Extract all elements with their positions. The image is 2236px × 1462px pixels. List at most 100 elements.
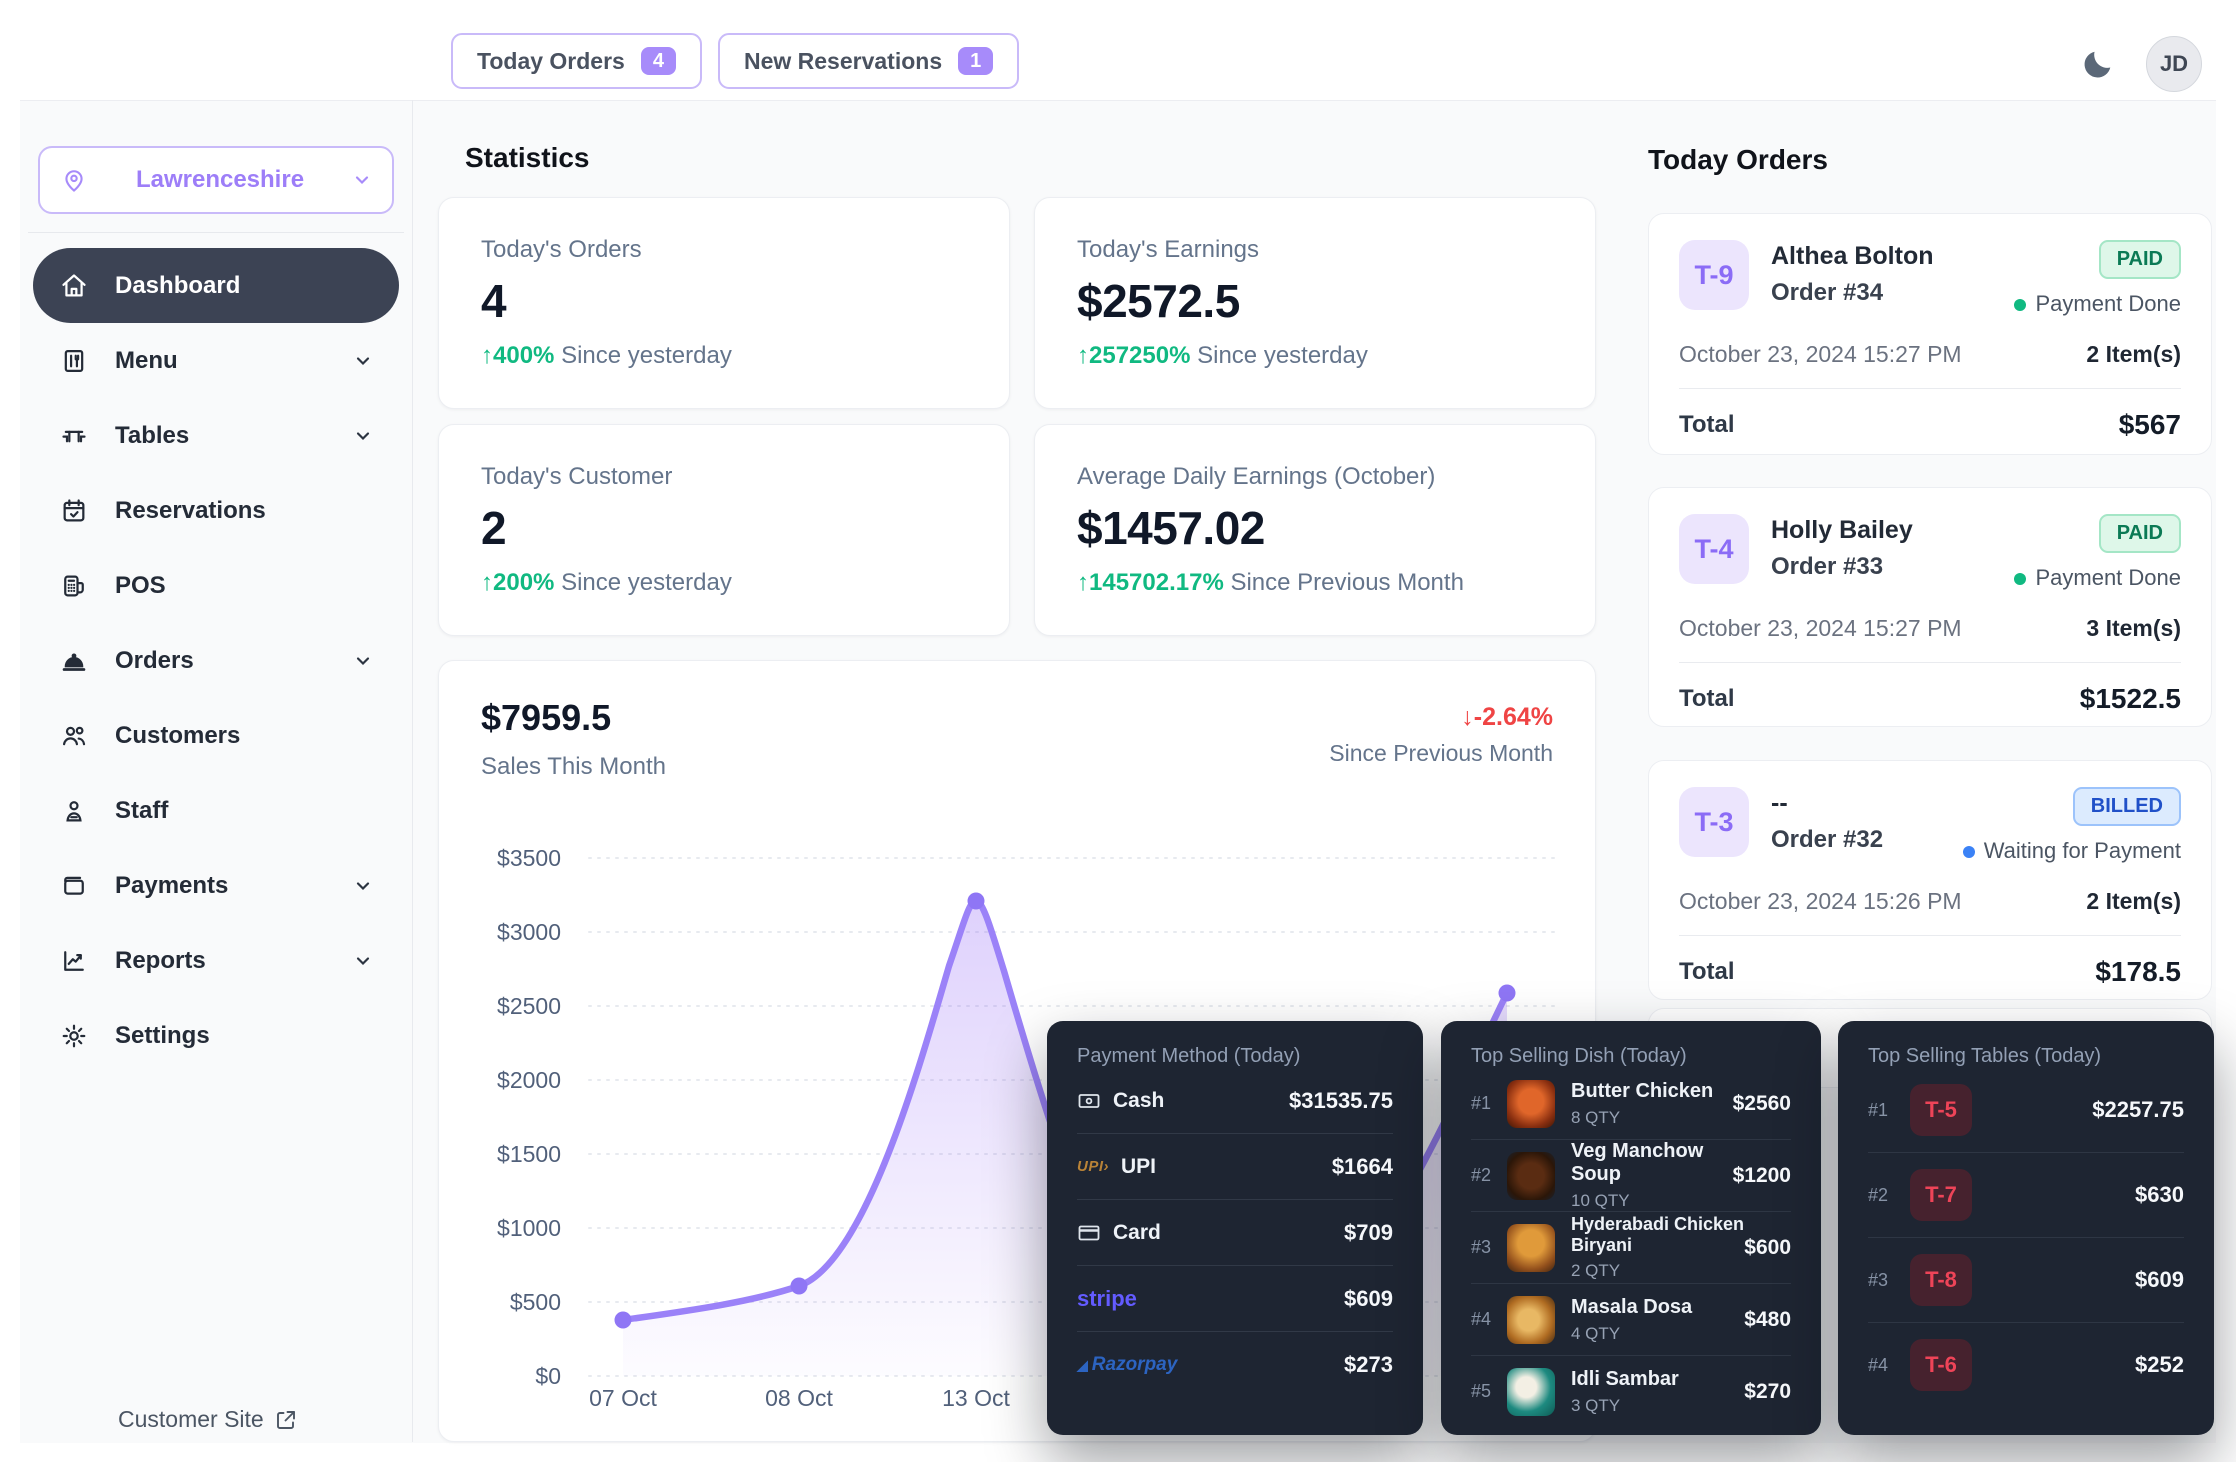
stat-label: Today's Customer — [481, 463, 967, 491]
table-amount: $252 — [2135, 1352, 2184, 1378]
chevron-down-icon — [352, 170, 372, 190]
sidebar-item-customers[interactable]: Customers — [33, 698, 399, 773]
payment-method-row: UPI›UPI $1664 — [1077, 1134, 1393, 1200]
sidebar-item-tables[interactable]: Tables — [33, 398, 399, 473]
dish-qty: 4 QTY — [1571, 1324, 1692, 1344]
sidebar-item-pos[interactable]: POS — [33, 548, 399, 623]
location-selector[interactable]: Lawrenceshire — [38, 146, 394, 214]
payment-method-name: Card — [1113, 1221, 1161, 1245]
today-orders-button[interactable]: Today Orders 4 — [451, 33, 702, 89]
order-number: Order #33 — [1771, 553, 1913, 581]
cloche-icon — [59, 646, 89, 676]
stat-card-todays-orders: Today's Orders 4 ↑400% Since yesterday — [438, 197, 1010, 409]
dish-qty: 2 QTY — [1571, 1261, 1744, 1281]
new-reservations-button[interactable]: New Reservations 1 — [718, 33, 1019, 89]
payment-method-row: Cash $31535.75 — [1077, 1068, 1393, 1134]
divider — [1679, 662, 2181, 663]
today-orders-count-badge: 4 — [641, 47, 676, 75]
sidebar-item-label: Orders — [115, 647, 194, 675]
sidebar-item-settings[interactable]: Settings — [33, 998, 399, 1073]
sidebar-item-orders[interactable]: Orders — [33, 623, 399, 698]
sidebar: Lawrenceshire Dashboard Menu — [20, 100, 413, 1442]
table-row: #2 T-7 $630 — [1868, 1153, 2184, 1238]
sidebar-item-label: Tables — [115, 422, 189, 450]
dish-rank: #2 — [1471, 1165, 1507, 1186]
sidebar-item-reservations[interactable]: Reservations — [33, 473, 399, 548]
dark-mode-toggle[interactable] — [2080, 46, 2116, 82]
order-items-count: 2 Item(s) — [2086, 888, 2181, 915]
x-axis-tick: 07 Oct — [553, 1385, 693, 1412]
payment-method-title: Payment Method (Today) — [1077, 1045, 1393, 1068]
payment-status: Payment Done — [2014, 565, 2181, 591]
up-arrow-icon: ↑ — [481, 569, 493, 596]
table-badge: T-6 — [1910, 1339, 1972, 1391]
chevron-down-icon — [353, 426, 373, 446]
today-orders-button-label: Today Orders — [477, 48, 625, 75]
dish-image — [1507, 1080, 1555, 1128]
stat-card-average-daily-earnings: Average Daily Earnings (October) $1457.0… — [1034, 424, 1596, 636]
blue-dot-icon — [1963, 846, 1975, 858]
sidebar-item-payments[interactable]: Payments — [33, 848, 399, 923]
stat-delta: ↑145702.17% Since Previous Month — [1077, 569, 1553, 597]
stat-value: $2572.5 — [1077, 274, 1553, 328]
table-rank: #3 — [1868, 1270, 1904, 1291]
sidebar-item-reports[interactable]: Reports — [33, 923, 399, 998]
order-card[interactable]: T-4 Holly Bailey Order #33 PAID Payment … — [1648, 487, 2212, 727]
wallet-icon — [59, 871, 89, 901]
status-badge: BILLED — [2073, 787, 2181, 826]
stat-delta-pct: 400% — [493, 342, 554, 369]
customer-name: -- — [1771, 789, 1883, 818]
dish-row: #1 Butter Chicken8 QTY $2560 — [1471, 1068, 1791, 1140]
y-axis-tick: $500 — [469, 1289, 561, 1316]
stat-delta-period: Since yesterday — [561, 569, 732, 596]
dish-qty: 10 QTY — [1571, 1191, 1733, 1211]
sidebar-item-label: Reports — [115, 947, 206, 975]
status-badge: PAID — [2099, 240, 2181, 279]
customer-site-link[interactable]: Customer Site — [118, 1406, 298, 1433]
dish-amount: $480 — [1744, 1308, 1791, 1332]
table-badge: T-7 — [1910, 1169, 1972, 1221]
razorpay-logo: ◢Razorpay — [1077, 1354, 1177, 1376]
y-axis-tick: $0 — [469, 1363, 561, 1390]
dish-amount: $1200 — [1733, 1164, 1791, 1188]
order-datetime: October 23, 2024 15:27 PM — [1679, 615, 1962, 642]
stat-delta-pct: 200% — [493, 569, 554, 596]
order-card[interactable]: T-9 Althea Bolton Order #34 PAID Payment… — [1648, 213, 2212, 455]
total-value: $1522.5 — [2080, 683, 2181, 715]
chevron-down-icon — [353, 351, 373, 371]
table-badge: T-9 — [1679, 240, 1749, 310]
chevron-down-icon — [353, 651, 373, 671]
dish-rank: #5 — [1471, 1381, 1507, 1402]
payment-method-amount: $273 — [1344, 1352, 1393, 1378]
statistics-title: Statistics — [465, 142, 590, 174]
y-axis-tick: $3000 — [469, 919, 561, 946]
sales-line-chart — [439, 661, 1597, 1443]
stat-delta: ↑400% Since yesterday — [481, 342, 967, 370]
dish-name: Butter Chicken — [1571, 1080, 1713, 1103]
dish-name: Veg Manchow Soup — [1571, 1140, 1733, 1186]
dish-amount: $2560 — [1733, 1092, 1791, 1116]
payment-status: Payment Done — [2014, 291, 2181, 317]
table-badge: T-5 — [1910, 1084, 1972, 1136]
dish-amount: $600 — [1744, 1236, 1791, 1260]
stat-label: Today's Earnings — [1077, 236, 1553, 264]
location-pin-icon — [60, 166, 88, 194]
payment-method-row: stripe $609 — [1077, 1266, 1393, 1332]
avatar-initials: JD — [2160, 51, 2188, 77]
avatar[interactable]: JD — [2146, 36, 2202, 92]
table-row: #3 T-8 $609 — [1868, 1238, 2184, 1323]
top-selling-tables-title: Top Selling Tables (Today) — [1868, 1045, 2184, 1068]
users-icon — [59, 721, 89, 751]
payment-status: Waiting for Payment — [1963, 838, 2181, 864]
sidebar-item-staff[interactable]: Staff — [33, 773, 399, 848]
table-rank: #2 — [1868, 1185, 1904, 1206]
table-badge: T-3 — [1679, 787, 1749, 857]
status-badge: PAID — [2099, 514, 2181, 553]
order-card[interactable]: T-3 -- Order #32 BILLED Waiting for Paym… — [1648, 760, 2212, 1000]
sidebar-item-dashboard[interactable]: Dashboard — [33, 248, 399, 323]
up-arrow-icon: ↑ — [1077, 342, 1089, 369]
sidebar-item-label: Payments — [115, 872, 228, 900]
sidebar-item-menu[interactable]: Menu — [33, 323, 399, 398]
location-label: Lawrenceshire — [88, 166, 352, 194]
person-icon — [59, 796, 89, 826]
